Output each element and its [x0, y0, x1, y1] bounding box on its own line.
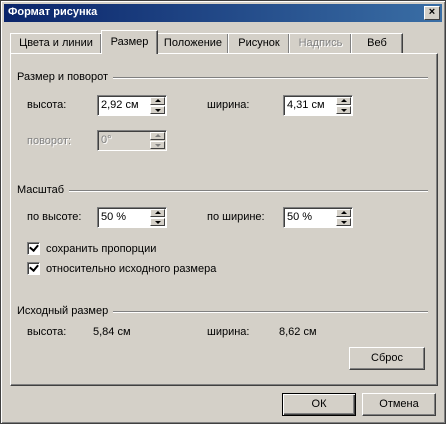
relative-size-checkbox[interactable]: [27, 262, 40, 275]
tab-label: Надпись: [298, 37, 343, 49]
dialog-window: Формат рисунка × Цвета и линии Размер По…: [0, 0, 446, 424]
tab-web[interactable]: Веб: [351, 33, 403, 53]
scale-height-value: 50 %: [101, 211, 127, 223]
arrow-up-icon: [155, 134, 161, 137]
rotation-value: 0°: [101, 134, 112, 146]
spin-up-button[interactable]: [336, 97, 351, 105]
arrow-up-icon: [341, 99, 347, 102]
ok-button[interactable]: ОК: [282, 393, 356, 416]
ok-label: ОК: [311, 398, 327, 410]
spin-down-button[interactable]: [150, 218, 165, 226]
width-label: ширина:: [207, 99, 250, 111]
spin-down-button[interactable]: [336, 218, 351, 226]
scale-width-label: по ширине:: [207, 211, 265, 223]
tab-position[interactable]: Положение: [157, 33, 229, 53]
divider: [113, 77, 428, 79]
tab-size[interactable]: Размер: [101, 30, 158, 54]
original-width-value: 8,62 см: [279, 326, 317, 338]
close-button[interactable]: ×: [424, 6, 440, 20]
keep-ratio-checkbox[interactable]: [27, 242, 40, 255]
scale-width-spinner[interactable]: 50 %: [283, 207, 353, 228]
spin-up-button: [150, 132, 165, 140]
scale-height-spinner[interactable]: 50 %: [97, 207, 167, 228]
original-height-label: высота:: [27, 326, 67, 338]
spin-down-button[interactable]: [336, 106, 351, 114]
cancel-label: Отмена: [379, 398, 419, 410]
cancel-button[interactable]: Отмена: [362, 393, 436, 416]
check-icon: [29, 242, 39, 252]
tab-colors-lines[interactable]: Цвета и линии: [10, 33, 102, 53]
title-bar[interactable]: Формат рисунка ×: [4, 4, 442, 22]
tab-picture[interactable]: Рисунок: [228, 33, 290, 53]
spin-down-button[interactable]: [150, 106, 165, 114]
original-height-value: 5,84 см: [93, 326, 131, 338]
tab-label: Цвета и линии: [19, 37, 93, 49]
spin-up-button[interactable]: [150, 97, 165, 105]
close-icon: ×: [428, 6, 436, 18]
section-title-original: Исходный размер: [17, 305, 109, 317]
rotation-label: поворот:: [27, 135, 71, 147]
arrow-up-icon: [341, 211, 347, 214]
scale-height-label: по высоте:: [27, 211, 82, 223]
spin-up-button[interactable]: [336, 209, 351, 217]
spin-down-button: [150, 141, 165, 149]
rotation-spinner: 0°: [97, 130, 167, 151]
original-width-label: ширина:: [207, 326, 250, 338]
section-title-size-rotate: Размер и поворот: [17, 71, 109, 83]
divider: [69, 190, 428, 192]
height-value: 2,92 см: [101, 99, 139, 111]
arrow-down-icon: [341, 221, 347, 224]
relative-size-label[interactable]: относительно исходного размера: [46, 263, 216, 275]
section-title-scale: Масштаб: [17, 184, 65, 196]
spin-up-button[interactable]: [150, 209, 165, 217]
tab-label: Веб: [367, 37, 387, 49]
keep-ratio-label[interactable]: сохранить пропорции: [46, 243, 156, 255]
tab-text-box: Надпись: [289, 33, 352, 53]
reset-button[interactable]: Сброс: [349, 347, 425, 370]
tab-label: Размер: [110, 36, 149, 48]
arrow-down-icon: [155, 144, 161, 147]
width-value: 4,31 см: [287, 99, 325, 111]
height-spinner[interactable]: 2,92 см: [97, 95, 167, 116]
width-spinner[interactable]: 4,31 см: [283, 95, 353, 116]
height-label: высота:: [27, 99, 67, 111]
dialog-title: Формат рисунка: [8, 6, 98, 18]
divider: [113, 311, 428, 313]
arrow-down-icon: [155, 221, 161, 224]
arrow-down-icon: [341, 109, 347, 112]
arrow-up-icon: [155, 99, 161, 102]
scale-width-value: 50 %: [287, 211, 313, 223]
check-icon: [29, 262, 39, 272]
reset-label: Сброс: [371, 352, 403, 364]
arrow-down-icon: [155, 109, 161, 112]
tab-label: Положение: [163, 37, 223, 49]
tab-label: Рисунок: [238, 37, 280, 49]
tab-panel-size: Размер и поворот высота: 2,92 см ширина:…: [10, 53, 438, 386]
arrow-up-icon: [155, 211, 161, 214]
